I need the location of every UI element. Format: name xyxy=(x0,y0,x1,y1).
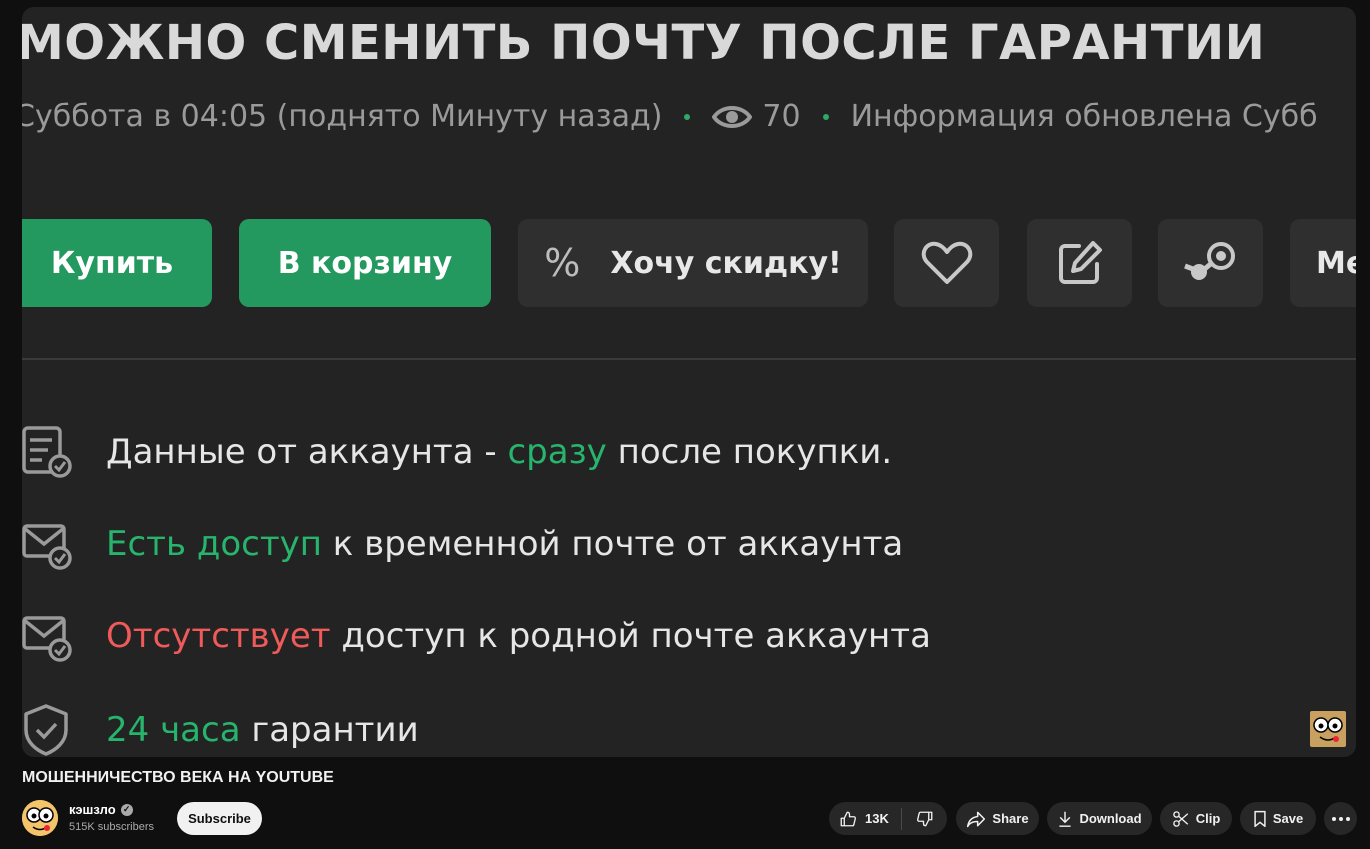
feature-row: 24 часа гарантии xyxy=(22,700,522,757)
feature-text: 24 часа гарантии xyxy=(106,710,419,750)
shield-check-icon xyxy=(24,704,68,756)
video-title: МОШЕННИЧЕСТВО ВЕКА НА YOUTUBE xyxy=(22,769,334,786)
feature-text: Отсутствует доступ к родной почте аккаун… xyxy=(106,616,931,656)
favorite-button[interactable] xyxy=(894,219,999,307)
feature-highlight: Отсутствует xyxy=(106,616,331,656)
feature-text-post: гарантии xyxy=(240,710,419,750)
download-label: Download xyxy=(1079,811,1142,826)
feature-text-post: доступ к родной почте аккаунта xyxy=(330,616,931,656)
list-check-icon xyxy=(22,426,72,478)
eye-icon xyxy=(712,103,753,131)
share-button[interactable]: Share xyxy=(956,802,1039,835)
edit-button[interactable] xyxy=(1027,219,1132,307)
clip-button[interactable]: Clip xyxy=(1160,802,1232,835)
subscriber-count: 515K subscribers xyxy=(69,821,154,833)
feature-text: Есть доступ к временной почте от аккаунт… xyxy=(106,524,903,564)
download-icon xyxy=(1059,811,1072,827)
share-label: Share xyxy=(992,811,1029,826)
dislike-icon[interactable] xyxy=(916,810,934,828)
clip-label: Clip xyxy=(1195,811,1221,826)
video-frame-meta: Суббота в 04:05 (поднято Минуту назад) 7… xyxy=(22,99,1318,134)
discount-label: Хочу скидку! xyxy=(610,245,842,281)
subscribe-button[interactable]: Subscribe xyxy=(177,802,262,835)
feature-row: Отсутствует доступ к родной почте аккаун… xyxy=(22,606,942,666)
feature-highlight: 24 часа xyxy=(106,710,241,750)
meta-dot xyxy=(684,113,691,120)
clip-icon xyxy=(1172,810,1188,827)
steam-button[interactable] xyxy=(1158,219,1263,307)
steam-icon xyxy=(1183,242,1235,280)
like-dislike-group: 13K xyxy=(829,802,947,835)
divider xyxy=(900,807,902,830)
feature-row: Данные от аккаунта - сразу после покупки… xyxy=(22,422,922,482)
like-button[interactable]: 13K xyxy=(839,810,889,828)
save-label: Save xyxy=(1272,811,1304,826)
percent-icon: % xyxy=(544,241,581,285)
like-icon xyxy=(840,811,856,826)
meta-dot xyxy=(822,113,829,120)
mail-check-icon xyxy=(22,616,72,662)
avatar[interactable] xyxy=(22,800,58,836)
feature-row: Есть доступ к временной почте от аккаунт… xyxy=(22,514,922,574)
save-icon xyxy=(1254,810,1266,827)
share-icon xyxy=(967,811,986,827)
divider xyxy=(22,358,1356,360)
more-button[interactable]: Ме xyxy=(1290,219,1356,307)
updated-info: Информация обновлена Субб xyxy=(850,99,1318,134)
more-icon xyxy=(1331,816,1350,821)
posted-time: Суббота в 04:05 (поднято Минуту назад) xyxy=(22,99,663,134)
edit-icon xyxy=(1058,241,1102,284)
discount-button[interactable]: % Хочу скидку! xyxy=(518,219,868,307)
like-count: 13K xyxy=(865,811,889,826)
feature-highlight: Есть доступ xyxy=(106,524,322,564)
more-actions-button[interactable] xyxy=(1324,802,1357,835)
download-button[interactable]: Download xyxy=(1047,802,1152,835)
mail-check-icon xyxy=(22,524,72,570)
save-button[interactable]: Save xyxy=(1240,802,1316,835)
heart-icon xyxy=(921,241,972,284)
feature-text-pre: Данные от аккаунта - xyxy=(106,432,508,472)
add-to-cart-button[interactable]: В корзину xyxy=(239,219,491,307)
video-frame-title: МОЖНО СМЕНИТЬ ПОЧТУ ПОСЛЕ ГАРАНТИИ xyxy=(22,15,1266,71)
watermark-avatar xyxy=(1310,711,1346,747)
video-player[interactable]: МОЖНО СМЕНИТЬ ПОЧТУ ПОСЛЕ ГАРАНТИИ Суббо… xyxy=(22,7,1356,757)
channel-name[interactable]: кэшзло ✓ xyxy=(69,802,133,817)
verified-icon: ✓ xyxy=(120,803,133,816)
feature-highlight: сразу xyxy=(507,432,607,472)
channel-name-text: кэшзло xyxy=(69,802,116,817)
feature-text: Данные от аккаунта - сразу после покупки… xyxy=(106,432,892,472)
buy-button[interactable]: Купить xyxy=(22,219,212,307)
view-count: 70 xyxy=(762,99,801,134)
feature-text-post: к временной почте от аккаунта xyxy=(322,524,904,564)
feature-text-post: после покупки. xyxy=(606,432,893,472)
